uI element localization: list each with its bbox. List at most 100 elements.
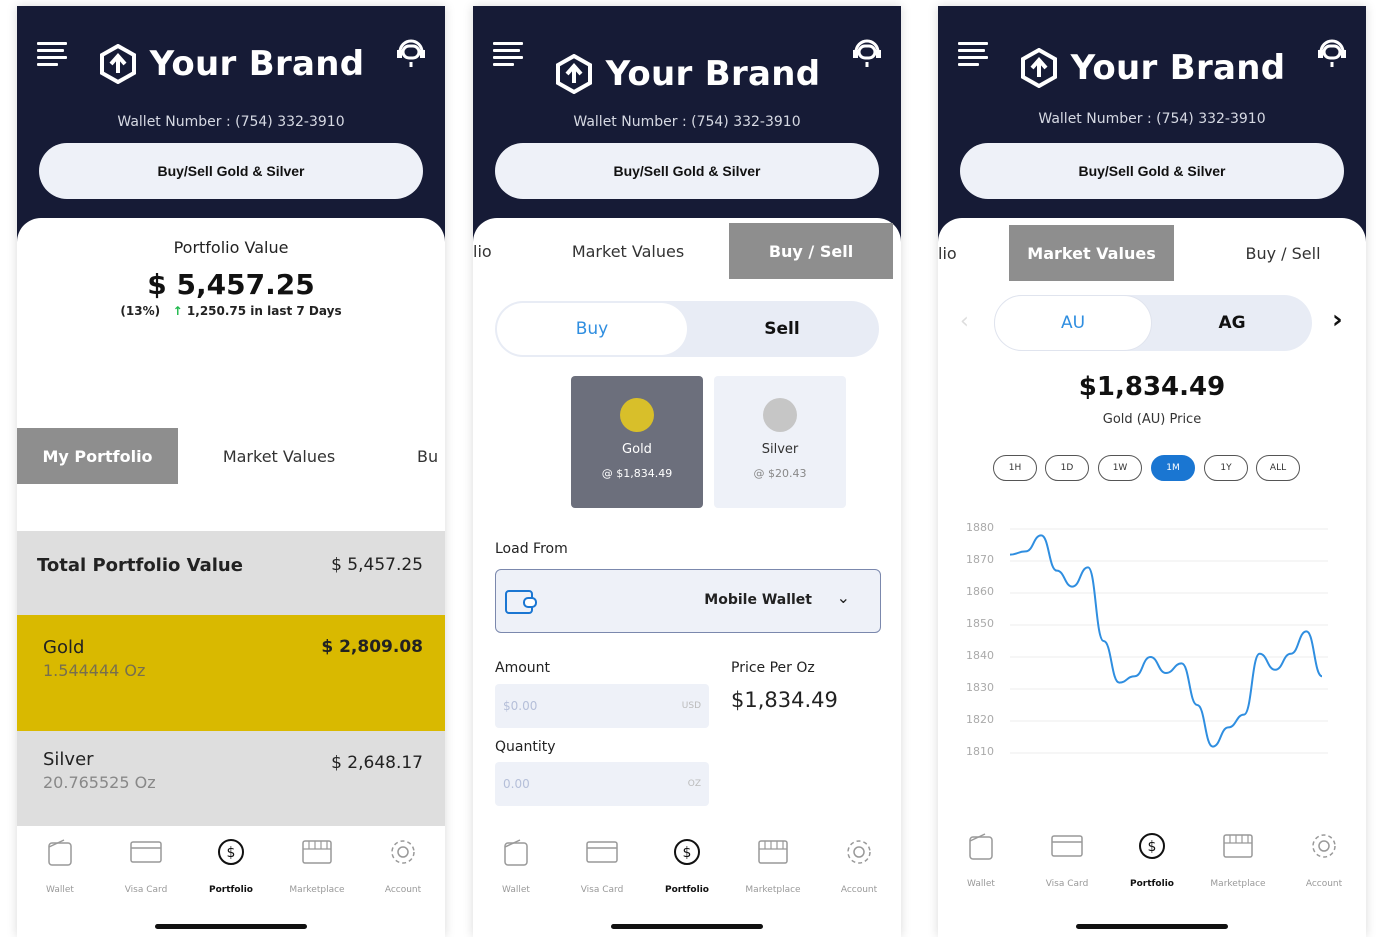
brand-name: Your Brand [1070,48,1286,88]
header: Your Brand Wallet Number : (754) 332-391… [473,6,901,246]
range-1w[interactable]: 1W [1098,455,1142,481]
price-per-oz-label: Price Per Oz [731,660,815,676]
buy-sell-button[interactable]: Buy/Sell Gold & Silver [960,143,1344,199]
row-total[interactable]: Total Portfolio Value $ 5,457.25 [17,531,445,615]
range-1d[interactable]: 1D [1045,455,1089,481]
gear-icon [1312,834,1336,858]
row-gold[interactable]: Gold $ 2,809.08 1.544444 Oz [17,615,445,731]
phone-portfolio: Your Brand Wallet Number : (754) 332-391… [17,6,445,937]
chevron-down-icon: ⌄ [836,588,850,607]
brand-logo-icon [555,54,592,94]
load-from-label: Load From [495,541,568,557]
tab-bar: lio Market Values Buy / Sell [938,225,1366,281]
nav-visa-card[interactable]: Visa Card [103,837,189,896]
price-per-oz-value: $1,834.49 [731,688,838,712]
metal-card-silver[interactable]: Silver @ $20.43 [714,376,846,508]
nav-marketplace[interactable]: Marketplace [730,837,816,896]
change-percent: (13%) [120,304,161,318]
nav-visa-card[interactable]: Visa Card [1024,831,1110,890]
wallet-icon [969,833,993,860]
buy-sell-button[interactable]: Buy/Sell Gold & Silver [495,143,879,199]
brand-name: Your Brand [149,44,365,84]
price-chart [1009,528,1328,754]
nav-wallet[interactable]: Wallet [473,837,559,896]
buy-option[interactable]: Buy [497,303,687,355]
support-headset-icon[interactable] [849,34,885,70]
ag-option[interactable]: AG [1152,295,1312,351]
tab-portfolio[interactable]: lio [938,225,968,281]
tab-buy-sell[interactable]: Bu [417,428,445,484]
range-all[interactable]: ALL [1256,455,1300,481]
tab-buy-sell[interactable]: Buy / Sell [1218,225,1348,281]
nav-account[interactable]: Account [1281,831,1366,890]
gold-price-label: Gold (AU) Price [1102,412,1202,427]
quantity-field[interactable]: 0.00 OZ [495,762,709,806]
nav-portfolio[interactable]: $ Portfolio [644,837,730,896]
row-label: Silver [43,749,94,770]
support-headset-icon[interactable] [1314,34,1350,70]
card-icon [586,841,618,863]
portfolio-change: (13%) ↑ 1,250.75 in last 7 Days [17,304,445,318]
row-sub: 20.765525 Oz [43,773,156,792]
brand-logo-icon [1020,48,1057,88]
chevron-right-icon[interactable]: › [1332,305,1343,335]
nav-marketplace[interactable]: Marketplace [274,837,360,896]
range-1y[interactable]: 1Y [1204,455,1248,481]
dollar-circle-icon: $ [674,839,700,865]
amount-label: Amount [495,660,551,676]
quantity-unit: OZ [687,779,701,789]
load-from-value: Mobile Wallet [704,592,812,608]
tab-buy-sell[interactable]: Buy / Sell [729,223,893,279]
tab-market-values[interactable]: Market Values [197,428,361,484]
brand-name: Your Brand [605,54,821,94]
amount-field[interactable]: $0.00 USD [495,684,709,728]
svg-text:$: $ [683,845,692,861]
nav-wallet[interactable]: Wallet [938,831,1024,890]
svg-text:$: $ [227,845,236,861]
wallet-number: Wallet Number : (754) 332-3910 [117,114,345,130]
up-arrow-icon: ↑ [164,304,183,318]
tab-market-values[interactable]: Market Values [1009,225,1174,281]
tab-bar: My Portfolio Market Values Bu [17,428,445,484]
metal-card-gold[interactable]: Gold @ $1,834.49 [571,376,703,508]
nav-wallet[interactable]: Wallet [17,837,103,896]
buy-sell-button[interactable]: Buy/Sell Gold & Silver [39,143,423,199]
nav-visa-card[interactable]: Visa Card [559,837,645,896]
row-label: Total Portfolio Value [37,555,243,576]
store-icon [1223,834,1253,858]
brand: Your Brand [473,54,901,94]
dollar-circle-icon: $ [1139,833,1165,859]
chevron-left-icon[interactable]: ‹ [960,309,969,334]
nav-account[interactable]: Account [360,837,445,896]
brand: Your Brand [17,44,445,84]
dollar-circle-icon: $ [218,839,244,865]
nav-portfolio[interactable]: $ Portfolio [1109,831,1195,890]
svg-text:$: $ [1148,839,1157,855]
row-label: Gold [43,637,85,658]
row-silver[interactable]: Silver $ 2,648.17 20.765525 Oz [17,731,445,826]
au-option[interactable]: AU [994,295,1152,351]
metal-name: Silver [761,442,799,457]
portfolio-value-label: Portfolio Value [173,238,289,257]
store-icon [758,840,788,864]
tab-portfolio[interactable]: lio [473,223,503,279]
load-from-select[interactable]: Mobile Wallet ⌄ [495,569,881,633]
support-headset-icon[interactable] [393,34,429,70]
row-value: $ 2,648.17 [331,753,423,773]
nav-marketplace[interactable]: Marketplace [1195,831,1281,890]
tab-market-values[interactable]: Market Values [543,223,713,279]
gear-icon [847,840,871,864]
range-1h[interactable]: 1H [993,455,1037,481]
bottom-nav: Wallet Visa Card $ Portfolio Marketplace … [17,827,445,937]
home-indicator [611,924,763,929]
row-sub: 1.544444 Oz [43,661,146,680]
price-line [1009,534,1323,748]
tab-my-portfolio[interactable]: My Portfolio [17,428,178,484]
range-1m[interactable]: 1M [1151,455,1195,481]
nav-portfolio[interactable]: $ Portfolio [188,837,274,896]
row-value: $ 5,457.25 [331,555,423,575]
nav-account[interactable]: Account [816,837,901,896]
wallet-icon [505,590,537,614]
metal-price: @ $1,834.49 [601,467,673,480]
sell-option[interactable]: Sell [687,303,877,355]
